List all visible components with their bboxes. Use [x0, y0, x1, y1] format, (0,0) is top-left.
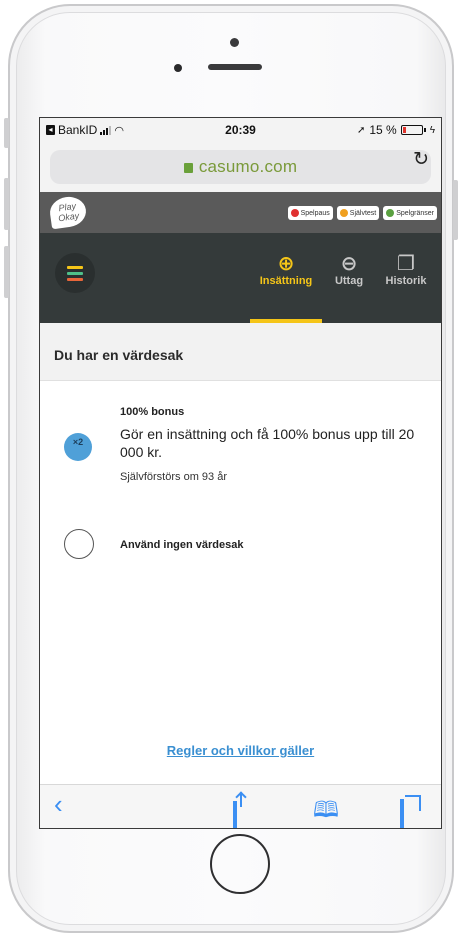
charging-icon: ϟ	[429, 124, 435, 136]
history-icon: ❐	[397, 253, 415, 275]
gauge-icon	[339, 209, 348, 217]
power-button	[453, 180, 458, 240]
url-field[interactable]: casumo.com	[50, 150, 431, 184]
play-okay-logo: Play Okay	[48, 194, 88, 230]
section-title: Du har en värdesak	[54, 347, 184, 363]
spelgranser-label: Spelgränser	[396, 209, 434, 217]
url-text: casumo.com	[198, 157, 298, 176]
section-header: Du har en värdesak	[40, 323, 441, 381]
menu-button[interactable]	[55, 253, 95, 293]
limits-icon	[386, 209, 395, 217]
tab-insattning[interactable]: ⊕ Insättning	[250, 253, 322, 287]
tab-uttag[interactable]: ⊖ Uttag	[324, 253, 374, 287]
sjalvtest-label: Självtest	[349, 209, 377, 217]
responsible-gaming-strip: Play Okay Spelpaus Självtest Spelgränser	[40, 192, 441, 233]
tab-historik[interactable]: ❐ Historik	[376, 253, 436, 287]
withdraw-icon: ⊖	[340, 253, 358, 275]
sjalvtest-link[interactable]: Självtest	[336, 206, 380, 220]
share-icon[interactable]	[233, 801, 237, 828]
proximity-sensor	[230, 38, 239, 47]
spelpaus-link[interactable]: Spelpaus	[287, 206, 333, 220]
no-valuable-option[interactable]: Använd ingen värdesak	[40, 523, 441, 567]
mute-switch	[4, 118, 9, 148]
volume-down-button	[4, 246, 9, 298]
browser-toolbar: ‹ 🕮	[40, 784, 441, 828]
tab-insattning-label: Insättning	[259, 275, 313, 287]
screen: ◂ BankID ◠ 20:39 ➚ 15 % ϟ casumo.com ↻ P…	[39, 117, 442, 829]
battery-nub	[423, 128, 426, 132]
spelpaus-label: Spelpaus	[300, 209, 330, 217]
status-bar: ◂ BankID ◠ 20:39 ➚ 15 % ϟ	[40, 118, 441, 142]
tab-historik-label: Historik	[385, 275, 427, 287]
battery-percent: 15 %	[369, 123, 397, 137]
volume-up-button	[4, 178, 9, 230]
spelgranser-link[interactable]: Spelgränser	[383, 206, 437, 220]
bonus-title: 100% bonus	[120, 406, 185, 418]
back-arrow-icon[interactable]: ‹	[54, 789, 63, 820]
reload-icon[interactable]: ↻	[413, 148, 429, 171]
tabs-icon[interactable]	[400, 799, 404, 828]
home-button[interactable]	[210, 834, 270, 894]
bonus-expiry: Självförstörs om 93 år	[120, 471, 227, 483]
bonus-badge-text: ×2	[72, 437, 84, 447]
location-icon: ➚	[356, 124, 366, 136]
lock-icon	[183, 163, 193, 173]
terms-link[interactable]: Regler och villkor gäller	[40, 743, 441, 758]
bonus-option[interactable]: ×2 100% bonus Gör en insättning och få 1…	[40, 393, 441, 493]
bonus-badge-icon: ×2	[64, 433, 92, 461]
book-icon[interactable]: 🕮	[313, 793, 339, 828]
battery-icon	[400, 125, 423, 135]
earpiece-speaker	[208, 64, 262, 70]
tab-uttag-label: Uttag	[334, 275, 364, 287]
bonus-description: Gör en insättning och få 100% bonus upp …	[120, 426, 415, 460]
front-camera-icon	[174, 64, 182, 72]
radio-button[interactable]	[64, 529, 94, 559]
no-valuable-label: Använd ingen värdesak	[120, 539, 244, 551]
browser-address-bar: casumo.com ↻	[40, 142, 441, 192]
cashier-nav: ⊕ Insättning ⊖ Uttag ❐ Historik	[40, 233, 441, 323]
deposit-icon: ⊕	[277, 253, 295, 275]
pause-icon	[290, 209, 299, 217]
